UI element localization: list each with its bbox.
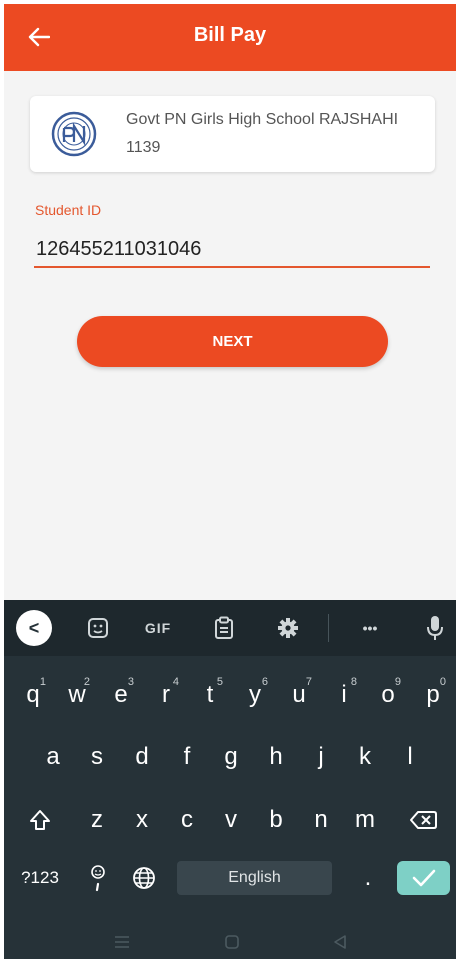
keyboard-collapse-button[interactable]: < [16, 610, 52, 646]
toolbar-divider [328, 614, 329, 642]
key-y[interactable]: y6 [236, 672, 274, 718]
key-v[interactable]: v [212, 797, 250, 843]
sticker-icon[interactable] [80, 610, 116, 646]
key-e[interactable]: e3 [102, 672, 140, 718]
school-logo-icon [51, 111, 97, 157]
microphone-icon[interactable] [420, 610, 450, 646]
key-label: q [26, 681, 40, 708]
key-hint: 3 [127, 676, 134, 688]
key-t[interactable]: t5 [191, 672, 229, 718]
key-hint: 8 [350, 676, 357, 688]
emoji-key[interactable] [80, 855, 116, 901]
key-label: r [162, 681, 170, 708]
student-id-label: Student ID [35, 202, 102, 218]
key-d[interactable]: d [123, 734, 161, 780]
back-nav-icon[interactable] [330, 932, 350, 952]
key-o[interactable]: o9 [369, 672, 407, 718]
symbols-key[interactable]: ?123 [12, 855, 68, 901]
backspace-key[interactable] [400, 797, 446, 843]
key-label: p [426, 681, 440, 708]
school-name: Govt PN Girls High School RAJSHAHI [126, 111, 399, 128]
key-w[interactable]: w2 [58, 672, 96, 718]
key-label: u [292, 681, 306, 708]
period-key[interactable]: . [350, 855, 386, 901]
key-n[interactable]: n [302, 797, 340, 843]
school-code: 1139 [126, 139, 161, 156]
key-hint: 0 [439, 676, 446, 688]
key-label: t [206, 681, 214, 708]
soft-keyboard: < GIF ••• q1w2e3r4t5y6u7i8o9p0 asdfghjkl [4, 600, 456, 959]
key-hint: 4 [172, 676, 179, 688]
key-l[interactable]: l [391, 734, 429, 780]
key-u[interactable]: u7 [280, 672, 318, 718]
key-f[interactable]: f [168, 734, 206, 780]
key-m[interactable]: m [346, 797, 384, 843]
student-id-input[interactable] [34, 232, 430, 268]
key-a[interactable]: a [34, 734, 72, 780]
key-k[interactable]: k [346, 734, 384, 780]
key-hint: 7 [305, 676, 312, 688]
key-b[interactable]: b [257, 797, 295, 843]
shift-key[interactable] [18, 797, 62, 843]
key-c[interactable]: c [168, 797, 206, 843]
home-icon[interactable] [222, 932, 242, 952]
school-card[interactable]: Govt PN Girls High School RAJSHAHI 1139 [30, 96, 435, 172]
gif-button[interactable]: GIF [136, 610, 180, 646]
key-label: i [341, 681, 347, 708]
key-z[interactable]: z [78, 797, 116, 843]
key-g[interactable]: g [212, 734, 250, 780]
clipboard-icon[interactable] [206, 610, 242, 646]
key-hint: 2 [83, 676, 90, 688]
key-label: y [249, 681, 261, 708]
globe-icon[interactable] [126, 855, 162, 901]
key-label: o [381, 681, 395, 708]
more-options-icon[interactable]: ••• [352, 610, 388, 646]
key-x[interactable]: x [123, 797, 161, 843]
keyboard-toolbar: < GIF ••• [4, 600, 456, 656]
menu-icon[interactable] [112, 932, 132, 952]
key-hint: 1 [39, 676, 46, 688]
key-hint: 6 [261, 676, 268, 688]
key-h[interactable]: h [257, 734, 295, 780]
key-j[interactable]: j [302, 734, 340, 780]
key-q[interactable]: q1 [14, 672, 52, 718]
app-screen: Bill Pay Govt PN Girls High School RAJSH… [4, 4, 456, 959]
enter-key[interactable] [397, 861, 450, 895]
key-i[interactable]: i8 [325, 672, 363, 718]
key-hint: 5 [216, 676, 223, 688]
key-p[interactable]: p0 [414, 672, 452, 718]
key-s[interactable]: s [78, 734, 116, 780]
key-hint: 9 [394, 676, 401, 688]
system-nav-bar [4, 926, 456, 959]
next-button[interactable]: NEXT [77, 316, 388, 367]
key-r[interactable]: r4 [147, 672, 185, 718]
app-bar: Bill Pay [4, 4, 456, 71]
page-title: Bill Pay [193, 24, 267, 46]
key-label: e [114, 681, 128, 708]
checkmark-icon [412, 869, 435, 887]
gear-icon[interactable] [270, 610, 306, 646]
space-key[interactable]: English [177, 861, 332, 895]
